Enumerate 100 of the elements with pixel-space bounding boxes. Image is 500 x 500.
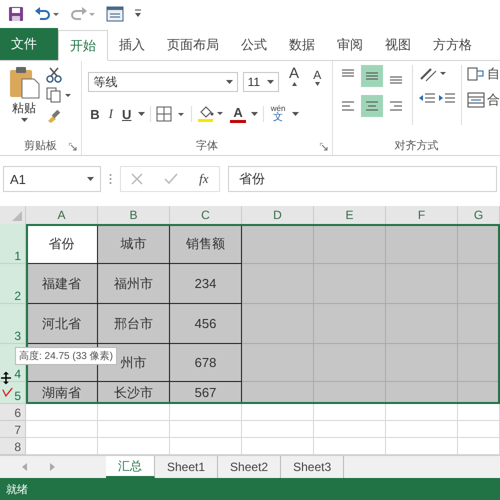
align-icon <box>389 99 403 113</box>
align-icon <box>365 99 379 113</box>
table-cell <box>26 404 98 421</box>
table-cell <box>458 421 500 438</box>
ribbon-tab[interactable]: 页面布局 <box>156 30 230 60</box>
ribbon-tab[interactable]: 数据 <box>278 30 326 60</box>
align-icon <box>341 99 355 113</box>
phonetic-button[interactable]: wén 文 <box>268 105 288 123</box>
corner-triangle-icon <box>12 211 22 221</box>
ribbon-tab[interactable]: 开始 <box>58 30 108 61</box>
wrap-text-icon <box>467 66 485 82</box>
caret-icon <box>267 80 274 84</box>
column-header[interactable]: F <box>386 206 458 224</box>
table-cell <box>386 421 458 438</box>
insert-function-button[interactable]: fx <box>199 171 209 187</box>
customize-caret-icon[interactable] <box>134 9 142 19</box>
table-cell: 邢台市 <box>98 304 170 344</box>
fill-color-icon[interactable] <box>197 105 226 123</box>
table-cell: 城市 <box>98 224 170 264</box>
vertical-align-button[interactable] <box>361 65 383 87</box>
check-icon[interactable] <box>164 173 178 185</box>
ribbon-tab[interactable]: 插入 <box>108 30 156 60</box>
column-header[interactable]: C <box>170 206 242 224</box>
row-header[interactable]: 6 <box>0 404 26 421</box>
table-cell <box>458 404 500 421</box>
row-header[interactable]: 7 <box>0 421 26 438</box>
column-header[interactable]: B <box>98 206 170 224</box>
align-icon <box>366 72 378 80</box>
column-header[interactable]: G <box>458 206 500 224</box>
table-cell: 234 <box>170 264 242 304</box>
caret-icon[interactable] <box>250 112 258 116</box>
table-cell: 长沙市 <box>98 382 170 404</box>
name-box[interactable]: A1 <box>3 166 101 192</box>
resize-cursor-icon <box>1 370 11 386</box>
font-size-dropdown[interactable]: 11 <box>242 72 280 92</box>
row-header[interactable]: 3 <box>0 304 26 344</box>
bold-button[interactable]: B <box>88 106 102 122</box>
align-icon <box>390 76 402 84</box>
caret-icon[interactable] <box>138 112 146 116</box>
check-mark-icon <box>2 387 13 397</box>
table-cell <box>314 421 386 438</box>
group-label: 对齐方式 <box>394 138 438 152</box>
table-cell: 456 <box>170 304 242 344</box>
group-label: 字体 <box>196 138 218 152</box>
grip-icon <box>109 173 112 185</box>
table-cell <box>242 404 314 421</box>
italic-button[interactable]: I <box>106 106 115 122</box>
paste-button[interactable]: 粘贴 <box>6 65 42 135</box>
column-header[interactable]: E <box>314 206 386 224</box>
row-header[interactable]: 5 <box>0 382 26 404</box>
column-header[interactable]: A <box>26 206 98 224</box>
decrease-font-button[interactable]: A <box>308 68 326 96</box>
underline-button[interactable]: U <box>120 106 134 122</box>
table-cell: 河北省 <box>26 304 98 344</box>
table-cell: 678 <box>170 344 242 382</box>
merge-button[interactable]: 合 <box>467 91 500 109</box>
caret-icon <box>20 118 28 122</box>
copy-icon[interactable] <box>46 87 72 103</box>
table-cell: 省份 <box>26 224 98 264</box>
row-header[interactable]: 1 <box>0 224 26 264</box>
row-height-tooltip: 高度: 24.75 (33 像素) <box>15 347 117 365</box>
ribbon-tab[interactable]: 公式 <box>230 30 278 60</box>
dialog-launcher-icon[interactable] <box>69 143 78 151</box>
ribbon-tab[interactable]: 审阅 <box>326 30 374 60</box>
form-icon[interactable] <box>106 6 124 22</box>
caret-icon <box>226 80 233 84</box>
table-cell <box>170 421 242 438</box>
formula-input[interactable]: 省份 <box>228 166 497 192</box>
horizontal-align-button[interactable] <box>361 95 383 117</box>
table-cell <box>98 404 170 421</box>
table-cell: 销售额 <box>170 224 242 264</box>
caret-icon <box>87 177 94 181</box>
font-name-dropdown[interactable]: 等线 <box>88 72 238 92</box>
status-text: 就绪 <box>6 482 28 496</box>
down-arrow-icon <box>315 82 320 86</box>
table-cell: 福州市 <box>98 264 170 304</box>
save-icon[interactable] <box>8 6 24 22</box>
borders-icon[interactable] <box>156 106 186 122</box>
brush-icon[interactable] <box>46 107 62 123</box>
ribbon-tab[interactable]: 文件 <box>0 28 58 60</box>
group-label: 剪贴板 <box>24 138 58 152</box>
up-arrow-icon <box>292 82 297 86</box>
merge-cells-icon <box>467 92 485 108</box>
row-header[interactable]: 8 <box>0 438 26 455</box>
ribbon-tab[interactable]: 视图 <box>374 30 422 60</box>
table-cell <box>98 421 170 438</box>
dialog-launcher-icon[interactable] <box>320 143 328 151</box>
row-header[interactable]: 2 <box>0 264 26 304</box>
caret-icon[interactable] <box>292 112 300 116</box>
undo-icon[interactable] <box>34 6 60 22</box>
increase-font-button[interactable]: A <box>284 65 304 99</box>
align-icon <box>342 69 354 77</box>
wrap-text-button[interactable]: 自 <box>467 65 500 83</box>
ribbon-tab[interactable]: 方方格 <box>422 30 483 60</box>
column-header[interactable]: D <box>242 206 314 224</box>
sheet-tab[interactable]: 汇总 <box>106 456 155 478</box>
font-color-button[interactable]: A <box>230 106 246 122</box>
table-cell <box>242 421 314 438</box>
scissors-icon[interactable] <box>46 67 62 83</box>
table-cell <box>386 404 458 421</box>
